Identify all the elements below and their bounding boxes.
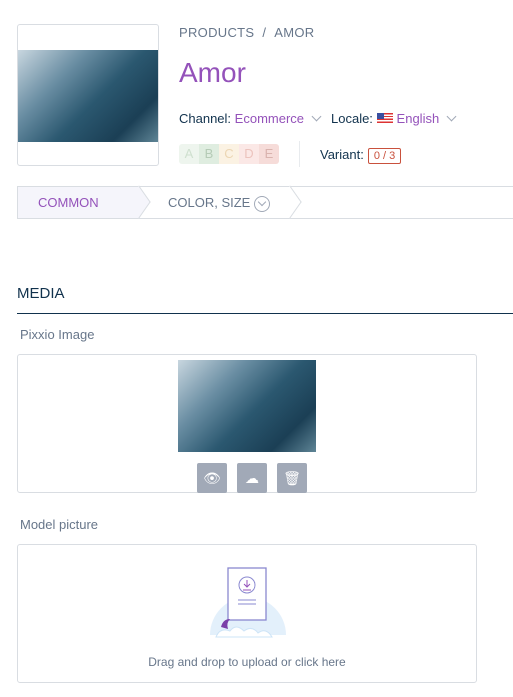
chevron-down-icon <box>311 111 322 122</box>
upload-illustration-icon <box>210 567 286 638</box>
product-image <box>18 50 158 142</box>
section-divider <box>17 313 513 314</box>
grade-c: C <box>219 144 239 164</box>
tab-separator <box>278 185 302 219</box>
trash-icon: 🗑 <box>283 470 301 486</box>
variant-navigation: COMMON COLOR, SIZE <box>17 185 513 219</box>
grade-e: E <box>259 144 279 164</box>
variant-info: Variant: 0 / 3 <box>320 147 402 164</box>
tab-color-size[interactable]: COLOR, SIZE <box>168 187 271 218</box>
delete-button[interactable]: 🗑 <box>277 463 307 493</box>
breadcrumb-separator: / <box>262 25 267 40</box>
tab-common[interactable]: COMMON <box>18 187 140 218</box>
channel-value[interactable]: Ecommerce <box>235 111 304 126</box>
breadcrumb-current: AMOR <box>274 25 315 40</box>
product-thumbnail <box>17 24 159 166</box>
grade-d: D <box>239 144 259 164</box>
variant-label: Variant: <box>320 147 364 162</box>
dropzone-text[interactable]: Drag and drop to upload or click here <box>18 655 476 669</box>
grade-b: B <box>199 144 219 164</box>
page-title: Amor <box>179 57 246 88</box>
tab-label: COLOR, SIZE <box>168 195 251 210</box>
preview-button[interactable]: 👁 <box>197 463 227 493</box>
pixxio-image-field: 👁 ☁ 🗑 <box>17 354 477 493</box>
download-button[interactable]: ☁ <box>237 463 267 493</box>
chevron-down-circle-icon[interactable] <box>254 195 271 212</box>
locale-label: Locale: <box>331 111 373 126</box>
field-label: Pixxio Image <box>20 327 95 342</box>
breadcrumb: PRODUCTS / AMOR <box>179 25 314 40</box>
model-picture-dropzone[interactable]: Drag and drop to upload or click here <box>17 544 477 683</box>
chevron-down-icon <box>446 111 457 122</box>
locale-value[interactable]: English <box>397 111 440 126</box>
media-preview <box>178 360 316 452</box>
variant-badge[interactable]: 0 / 3 <box>367 148 402 164</box>
field-label: Model picture <box>20 517 99 532</box>
section-title: MEDIA <box>17 285 65 302</box>
eye-icon: 👁 <box>203 470 221 486</box>
grade-a: A <box>179 144 199 164</box>
channel-switcher[interactable]: Channel: Ecommerce <box>179 111 322 126</box>
us-flag-icon <box>376 113 393 123</box>
divider <box>299 141 300 167</box>
locale-switcher[interactable]: Locale: English <box>331 111 457 126</box>
completeness-grades: ABCDE <box>179 144 279 164</box>
cloud-download-icon: ☁ <box>245 470 259 486</box>
breadcrumb-products[interactable]: PRODUCTS <box>179 25 254 40</box>
channel-label: Channel: <box>179 111 232 126</box>
